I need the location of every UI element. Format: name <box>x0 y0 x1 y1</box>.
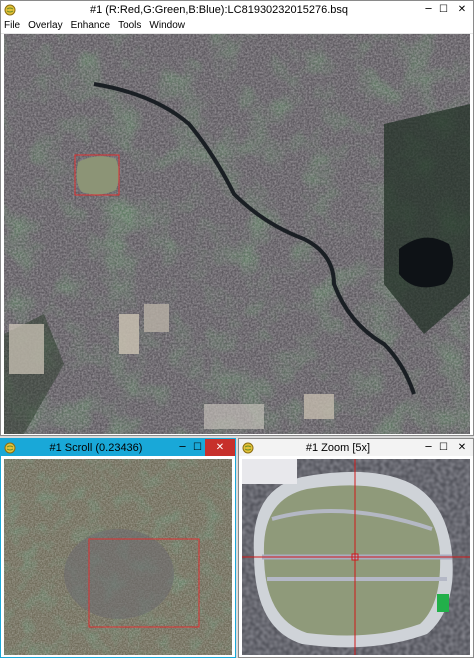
main-window-controls: ─ ☐ ✕ <box>421 1 473 18</box>
zoom-titlebar[interactable]: #1 Zoom [5x] ─ ☐ ✕ <box>239 439 473 456</box>
scroll-titlebar[interactable]: #1 Scroll (0.23436) ─ ☐ ✕ <box>1 439 235 456</box>
menu-overlay[interactable]: Overlay <box>28 20 62 31</box>
envi-globe-icon <box>241 441 255 455</box>
zoom-window-title: #1 Zoom [5x] <box>305 441 371 454</box>
overview-image <box>4 459 232 655</box>
maximize-icon[interactable]: ☐ <box>190 439 205 456</box>
menu-file[interactable]: File <box>4 20 20 31</box>
zoom-window-controls: ─ ☐ ✕ <box>421 439 473 456</box>
close-icon[interactable]: ✕ <box>205 439 235 456</box>
scroll-window-title: #1 Scroll (0.23436) <box>49 441 143 454</box>
zoom-window: #1 Zoom [5x] ─ ☐ ✕ <box>238 438 474 658</box>
zoom-image-canvas[interactable] <box>242 459 470 655</box>
scroll-window-controls: ─ ☐ ✕ <box>175 439 235 456</box>
scroll-window: #1 Scroll (0.23436) ─ ☐ ✕ <box>0 438 236 658</box>
main-image-window: #1 (R:Red,G:Green,B:Blue):LC819302320152… <box>0 0 474 436</box>
minimize-icon[interactable]: ─ <box>421 1 436 18</box>
main-window-title: #1 (R:Red,G:Green,B:Blue):LC819302320152… <box>89 3 349 16</box>
envi-globe-icon <box>3 3 17 17</box>
main-menubar: File Overlay Enhance Tools Window <box>1 18 473 34</box>
scroll-image-canvas[interactable] <box>4 459 232 655</box>
maximize-icon[interactable]: ☐ <box>436 1 451 18</box>
zoomed-image <box>242 459 470 655</box>
close-icon[interactable]: ✕ <box>451 1 473 18</box>
envi-globe-icon <box>3 441 17 455</box>
main-image-canvas[interactable] <box>4 34 470 434</box>
close-icon[interactable]: ✕ <box>451 439 473 456</box>
main-titlebar[interactable]: #1 (R:Red,G:Green,B:Blue):LC819302320152… <box>1 1 473 18</box>
minimize-icon[interactable]: ─ <box>421 439 436 456</box>
menu-enhance[interactable]: Enhance <box>71 20 110 31</box>
maximize-icon[interactable]: ☐ <box>436 439 451 456</box>
minimize-icon[interactable]: ─ <box>175 439 190 456</box>
menu-tools[interactable]: Tools <box>118 20 141 31</box>
menu-window[interactable]: Window <box>149 20 185 31</box>
satellite-image <box>4 34 470 434</box>
